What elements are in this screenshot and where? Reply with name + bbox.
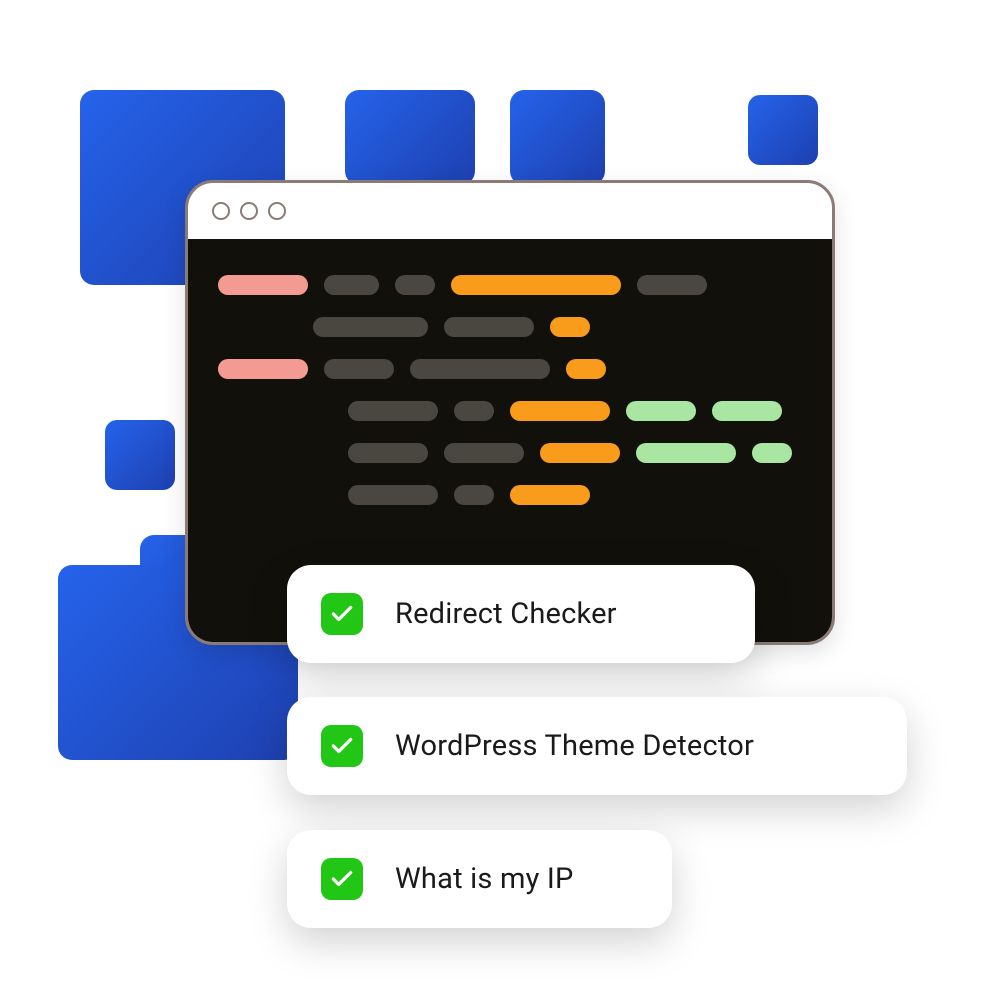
- code-line: [348, 485, 802, 505]
- feature-card-what-is-my-ip[interactable]: What is my IP: [287, 830, 672, 928]
- code-line: [218, 275, 802, 295]
- decor-square: [105, 420, 175, 490]
- window-control-icon: [240, 202, 258, 220]
- check-icon: [321, 593, 363, 635]
- window-control-icon: [212, 202, 230, 220]
- decor-square: [510, 90, 605, 185]
- check-icon: [321, 858, 363, 900]
- feature-card-redirect-checker[interactable]: Redirect Checker: [287, 565, 755, 663]
- window-control-icon: [268, 202, 286, 220]
- check-icon: [321, 725, 363, 767]
- feature-card-wordpress-detector[interactable]: WordPress Theme Detector: [287, 697, 907, 795]
- feature-label: WordPress Theme Detector: [395, 729, 754, 763]
- decor-square: [345, 90, 475, 185]
- code-line: [313, 317, 802, 337]
- feature-label: What is my IP: [395, 862, 574, 896]
- code-line: [348, 401, 802, 421]
- feature-label: Redirect Checker: [395, 597, 617, 631]
- code-line: [348, 443, 802, 463]
- decor-square: [748, 95, 818, 165]
- code-line: [218, 359, 802, 379]
- window-header: [188, 183, 832, 239]
